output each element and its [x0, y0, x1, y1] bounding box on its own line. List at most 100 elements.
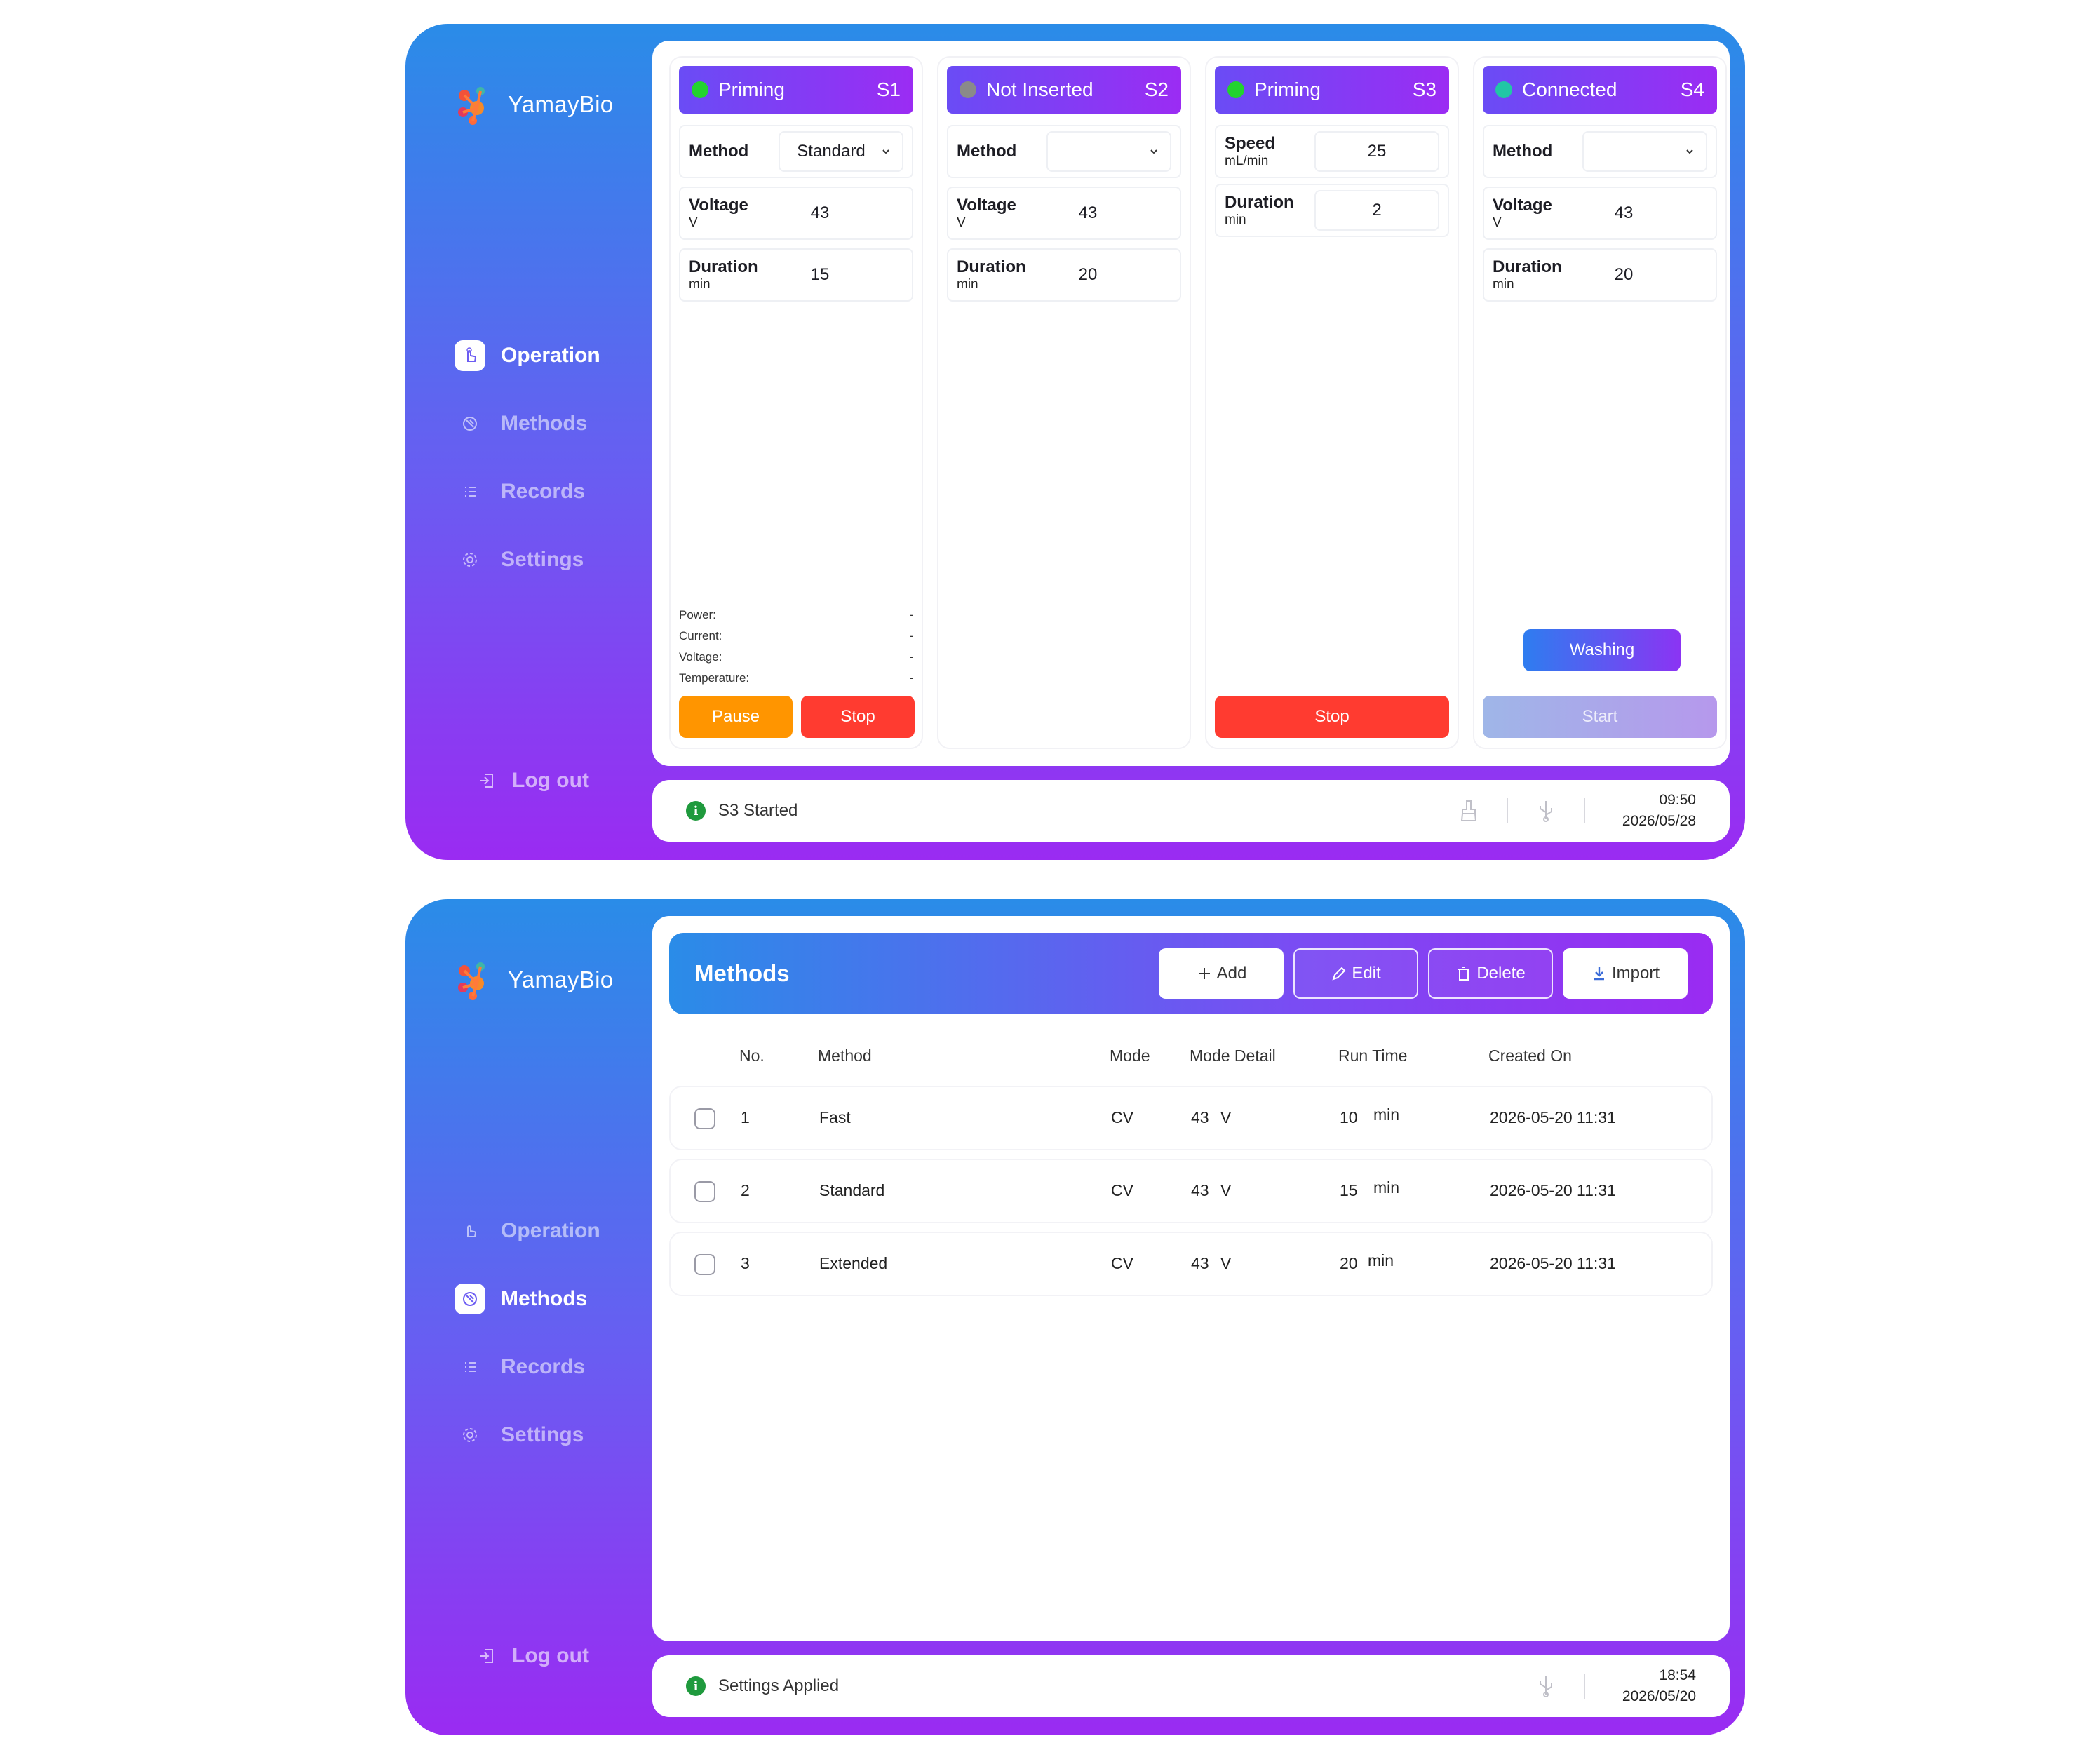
method-row: Method	[1483, 125, 1717, 178]
chevron-down-icon	[1150, 149, 1157, 154]
gear-icon	[455, 1420, 485, 1450]
nav-item-records[interactable]: Records	[455, 1333, 644, 1401]
divider	[1584, 798, 1585, 823]
slot-card-s4: Connected S4 Method Voltage V 43 Duration…	[1473, 56, 1727, 749]
nav-label: Methods	[501, 411, 588, 435]
import-button[interactable]: Import	[1563, 948, 1688, 999]
washing-button[interactable]: Washing	[1523, 629, 1681, 671]
status-message: Settings Applied	[718, 1676, 840, 1695]
nav-item-operation[interactable]: Operation	[455, 321, 644, 389]
nav-item-operation[interactable]: Operation	[455, 1197, 644, 1265]
methods-header: Methods Add Edit Delete Import	[669, 933, 1713, 1014]
method-select-value: Standard	[797, 142, 866, 161]
nav-label: Settings	[501, 1422, 584, 1446]
cell-run-unit: min	[1373, 1178, 1400, 1197]
duration-row: Duration min 20	[947, 248, 1181, 302]
slot-id: S4	[1680, 79, 1704, 100]
start-button[interactable]: Start	[1483, 696, 1717, 738]
speed-input[interactable]: 25	[1314, 131, 1439, 172]
duration-input[interactable]: 2	[1314, 190, 1439, 231]
delete-button[interactable]: Delete	[1428, 948, 1553, 999]
clock-date: 2026/05/20	[1622, 1688, 1696, 1704]
nav-item-methods[interactable]: Methods	[455, 389, 644, 457]
add-button[interactable]: Add	[1159, 948, 1284, 999]
sidebar-nav: Operation Methods Records Settings	[455, 321, 644, 593]
methods-icon	[455, 1283, 485, 1314]
chevron-down-icon	[1686, 149, 1693, 154]
voltage-value[interactable]: 43	[779, 203, 903, 223]
cell-mode: CV	[1111, 1254, 1133, 1272]
cell-detail-value: 43	[1191, 1108, 1209, 1126]
table-row[interactable]: 1 Fast CV 43 V 10 min 2026-05-20 11:31	[669, 1086, 1713, 1150]
logout-icon	[480, 1649, 493, 1663]
list-icon	[455, 476, 485, 507]
method-select[interactable]	[1582, 131, 1707, 172]
row-label: Method	[957, 142, 1017, 161]
cell-detail-unit: V	[1220, 1108, 1232, 1126]
nav-label: Methods	[501, 1286, 588, 1310]
logout-button[interactable]: Log out	[477, 769, 589, 793]
nav-item-records[interactable]: Records	[455, 457, 644, 525]
nav-item-settings[interactable]: Settings	[455, 1401, 644, 1469]
download-icon	[1594, 967, 1604, 981]
row-unit: min	[1493, 277, 1514, 292]
logout-button[interactable]: Log out	[477, 1644, 589, 1668]
method-row: Method Standard	[679, 125, 913, 178]
duration-value[interactable]: 20	[1582, 265, 1707, 285]
edit-button[interactable]: Edit	[1293, 948, 1418, 999]
voltage-value[interactable]: 43	[1046, 203, 1171, 223]
cell-created: 2026-05-20 11:31	[1490, 1108, 1616, 1126]
nav-item-methods[interactable]: Methods	[455, 1265, 644, 1333]
status-dot-icon	[1495, 81, 1512, 98]
usb-icon	[1540, 801, 1552, 822]
column-header-mode-detail: Mode Detail	[1190, 1046, 1276, 1065]
cell-method: Fast	[819, 1108, 851, 1126]
info-icon: i	[686, 1676, 706, 1696]
table-row[interactable]: 3 Extended CV 43 V 20 min 2026-05-20 11:…	[669, 1232, 1713, 1296]
voltage-row: Voltage V 43	[1483, 187, 1717, 240]
slot-header: Priming S3	[1215, 66, 1449, 114]
cell-mode: CV	[1111, 1181, 1133, 1199]
plus-icon	[1198, 968, 1210, 979]
duration-row: Duration min 15	[679, 248, 913, 302]
slot-header: Not Inserted S2	[947, 66, 1181, 114]
trash-icon	[1458, 967, 1470, 981]
hand-pointer-icon	[455, 1216, 485, 1246]
pencil-icon	[1332, 967, 1346, 981]
method-select[interactable]: Standard	[779, 131, 903, 172]
row-label: Duration	[1225, 193, 1294, 212]
method-select[interactable]	[1046, 131, 1171, 172]
live-readings: Power: - Current: - Voltage: - Temperature:…	[679, 605, 913, 689]
voltage-row: Voltage V 43	[947, 187, 1181, 240]
duration-value[interactable]: 15	[779, 265, 903, 285]
row-checkbox[interactable]	[694, 1254, 715, 1275]
nav-label: Records	[501, 479, 586, 503]
cell-run-unit: min	[1368, 1251, 1394, 1270]
reading-power: Power: -	[679, 608, 913, 621]
logout-icon	[480, 774, 493, 788]
clock: 09:50 2026/05/28	[1598, 790, 1696, 832]
cell-no: 3	[741, 1254, 750, 1272]
cleaning-brush-icon	[1460, 800, 1477, 821]
nav-item-settings[interactable]: Settings	[455, 525, 644, 593]
duration-value[interactable]: 20	[1046, 265, 1171, 285]
stop-button[interactable]: Stop	[801, 696, 915, 738]
slot-card-s1: Priming S1 Method Standard Voltage V 43 D…	[669, 56, 923, 749]
sidebar-nav: Operation Methods Records Settings	[455, 1197, 644, 1469]
edit-label: Edit	[1352, 964, 1381, 983]
table-row[interactable]: 2 Standard CV 43 V 15 min 2026-05-20 11:…	[669, 1159, 1713, 1223]
pause-button[interactable]: Pause	[679, 696, 793, 738]
voltage-value[interactable]: 43	[1582, 203, 1707, 223]
cell-mode: CV	[1111, 1108, 1133, 1126]
row-checkbox[interactable]	[694, 1108, 715, 1129]
brand-logo: YamayBio	[449, 80, 613, 129]
row-checkbox[interactable]	[694, 1181, 715, 1202]
cell-created: 2026-05-20 11:31	[1490, 1254, 1616, 1272]
cell-created: 2026-05-20 11:31	[1490, 1181, 1616, 1199]
reading-voltage: Voltage: -	[679, 650, 913, 664]
cell-method: Standard	[819, 1181, 885, 1199]
methods-panel: Methods Add Edit Delete Import No. Metho…	[652, 916, 1730, 1641]
stop-button[interactable]: Stop	[1215, 696, 1449, 738]
status-bar: i S3 Started 09:50 2026/05/28	[652, 780, 1730, 842]
row-label: Voltage	[689, 196, 748, 215]
